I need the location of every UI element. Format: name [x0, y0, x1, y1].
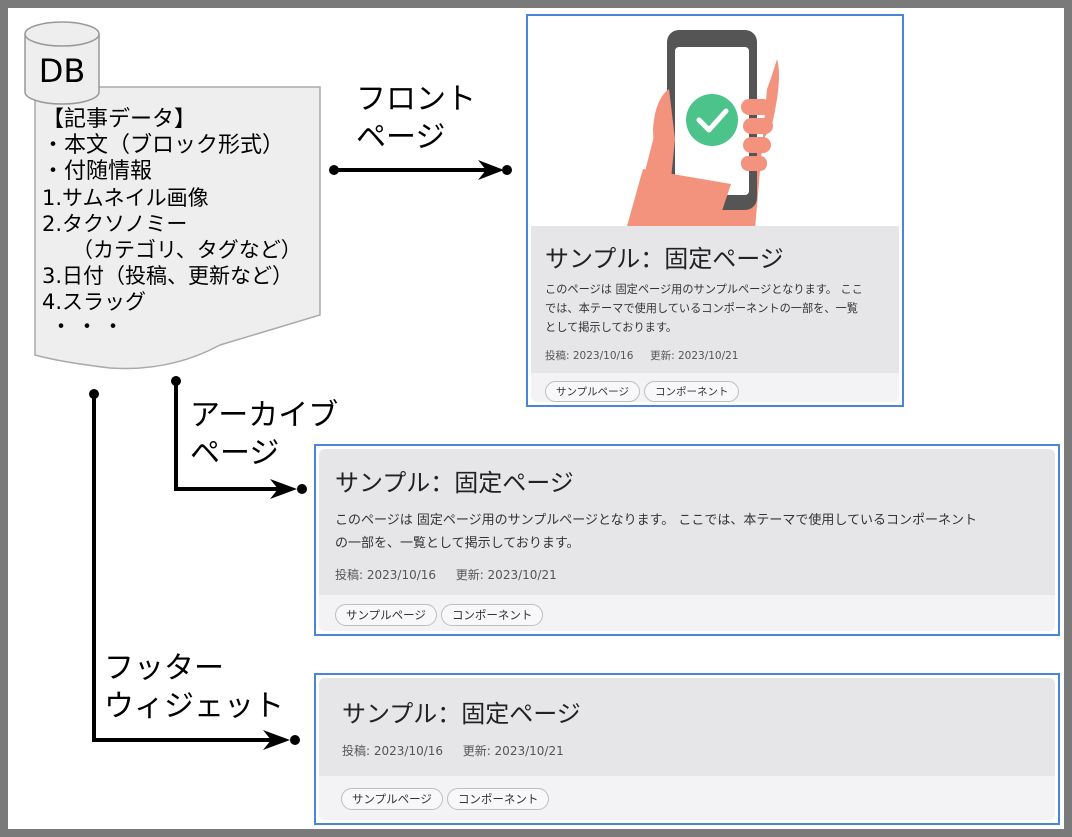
- posted-date: 投稿: 2023/10/16: [342, 744, 444, 758]
- front-label-line: フロント: [356, 82, 476, 117]
- article-subitem: 1.サムネイル画像: [42, 186, 209, 210]
- article-subitem: 4.スラッグ: [42, 290, 147, 314]
- posted-date: 投稿: 2023/10/16: [545, 350, 634, 362]
- card-title[interactable]: サンプル：固定ページ: [545, 239, 784, 274]
- desc-line: このページは 固定ページ用のサンプルページとなります。 ここでは、本テーマで使用…: [335, 513, 978, 528]
- footer-label-line: フッター: [104, 651, 224, 686]
- card-tags: サンプルページ コンポーネント: [531, 373, 899, 402]
- desc-line: の一部を、一覧として掲示しております。: [335, 536, 580, 551]
- front-page-label: フロント ページ: [356, 81, 476, 157]
- article-heading: 【記事データ】: [42, 107, 197, 132]
- hand-holding-phone-check-icon: [627, 30, 779, 229]
- tag-chip[interactable]: サンプルページ: [335, 604, 437, 626]
- card-dates: 投稿: 2023/10/16 更新: 2023/10/21: [335, 566, 557, 583]
- updated-date: 更新: 2023/10/21: [650, 350, 739, 362]
- tag-chip[interactable]: コンポーネント: [643, 381, 740, 402]
- article-subitem: 3.日付（投稿、更新など）: [42, 264, 294, 288]
- card-dates: 投稿: 2023/10/16 更新: 2023/10/21: [342, 742, 564, 759]
- footer-widget-label: フッター ウィジェット: [104, 650, 284, 726]
- footer-widget-card[interactable]: サンプル：固定ページ 投稿: 2023/10/16 更新: 2023/10/21…: [314, 673, 1060, 825]
- footer-label-line: ウィジェット: [104, 689, 284, 724]
- article-data-list: 【記事データ】 ・本文（ブロック形式） ・付随情報 1.サムネイル画像 2.タク…: [42, 107, 322, 341]
- article-subitem: 2.タクソノミー: [42, 212, 188, 236]
- posted-date: 投稿: 2023/10/16: [335, 568, 437, 582]
- article-subitem-note: （カテゴリ、タグなど）: [72, 238, 302, 262]
- thumbnail-image: [531, 19, 899, 229]
- card-body: サンプル：固定ページ このページは 固定ページ用のサンプルページとなります。 こ…: [531, 226, 899, 373]
- card-tags: サンプルページ コンポーネント: [319, 595, 1055, 631]
- desc-line: では、本テーマで使用しているコンポーネントの一部を、一覧: [545, 302, 858, 315]
- updated-date: 更新: 2023/10/21: [455, 568, 557, 582]
- tag-chip[interactable]: コンポーネント: [446, 788, 550, 810]
- db-label: DB: [38, 52, 86, 90]
- archive-label-line: アーカイブ: [190, 398, 339, 433]
- article-item: ・本文（ブロック形式）: [42, 133, 285, 158]
- card-description: このページは 固定ページ用のサンプルページとなります。 ここ では、本テーマで使…: [545, 280, 890, 337]
- card-dates: 投稿: 2023/10/16 更新: 2023/10/21: [545, 348, 739, 363]
- tag-chip[interactable]: サンプルページ: [341, 788, 443, 810]
- front-page-card[interactable]: サンプル：固定ページ このページは 固定ページ用のサンプルページとなります。 こ…: [526, 14, 904, 407]
- tag-chip[interactable]: サンプルページ: [545, 381, 640, 402]
- card-body: サンプル：固定ページ このページは 固定ページ用のサンプルページとなります。 こ…: [319, 449, 1055, 595]
- desc-line: として掲示しております。: [545, 321, 678, 334]
- card-description: このページは 固定ページ用のサンプルページとなります。 ここでは、本テーマで使用…: [335, 509, 1050, 555]
- card-title[interactable]: サンプル：固定ページ: [342, 694, 581, 729]
- card-body: サンプル：固定ページ 投稿: 2023/10/16 更新: 2023/10/21: [319, 678, 1055, 776]
- article-item: ・付随情報: [42, 159, 153, 184]
- tag-chip[interactable]: コンポーネント: [440, 604, 544, 626]
- archive-page-card[interactable]: サンプル：固定ページ このページは 固定ページ用のサンプルページとなります。 こ…: [314, 444, 1060, 636]
- front-page-arrow: [329, 160, 512, 180]
- article-ellipsis: ・・・: [50, 315, 129, 340]
- front-label-line: ページ: [356, 120, 446, 155]
- desc-line: このページは 固定ページ用のサンプルページとなります。 ここ: [545, 283, 863, 296]
- updated-date: 更新: 2023/10/21: [462, 744, 564, 758]
- card-tags: サンプルページ コンポーネント: [319, 776, 1055, 820]
- card-title[interactable]: サンプル：固定ページ: [335, 463, 574, 498]
